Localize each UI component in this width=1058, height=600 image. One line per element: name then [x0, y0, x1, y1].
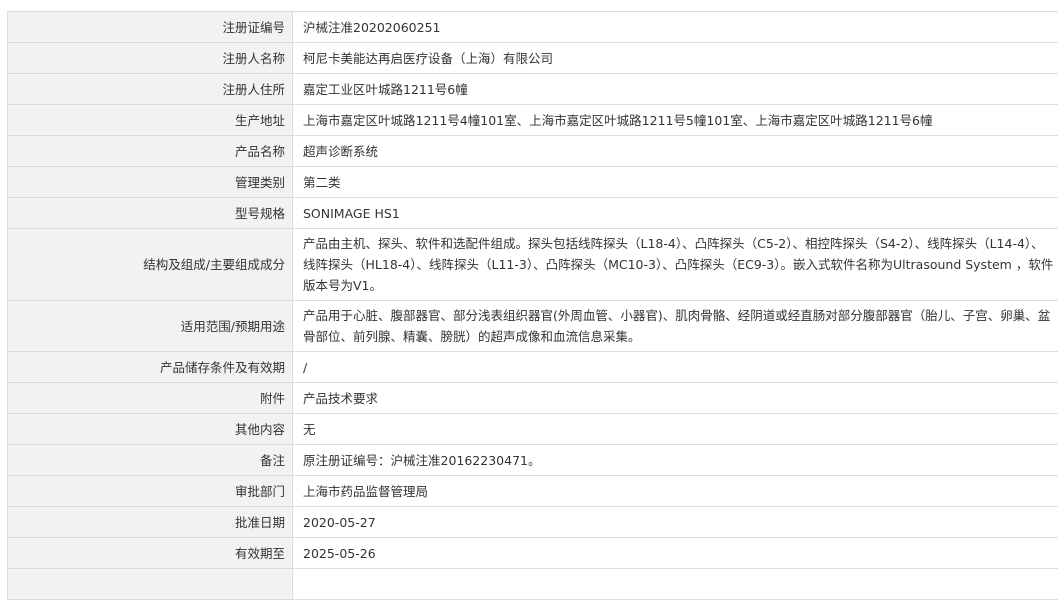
field-label: 产品名称	[8, 136, 293, 167]
table-row-model-spec: 型号规格 SONIMAGE HS1	[8, 198, 1058, 229]
table-row-registrant-address: 注册人住所 嘉定工业区叶城路1211号6幢	[8, 74, 1058, 105]
field-value: /	[293, 352, 1058, 383]
table-row-cutoff	[8, 569, 1058, 600]
table-row-remarks: 备注 原注册证编号：沪械注准20162230471。	[8, 445, 1058, 476]
field-value: 第二类	[293, 167, 1058, 198]
field-value: 沪械注准20202060251	[293, 12, 1058, 43]
table-row-management-category: 管理类别 第二类	[8, 167, 1058, 198]
field-label: 注册人住所	[8, 74, 293, 105]
field-value: 产品用于心脏、腹部器官、部分浅表组织器官(外周血管、小器官)、肌肉骨骼、经阴道或…	[293, 301, 1058, 352]
registration-detail: 注册证编号 沪械注准20202060251 注册人名称 柯尼卡美能达再启医疗设备…	[7, 11, 1058, 600]
field-label: 审批部门	[8, 476, 293, 507]
table-row-registration-number: 注册证编号 沪械注准20202060251	[8, 12, 1058, 43]
table-row-valid-until: 有效期至 2025-05-26	[8, 538, 1058, 569]
table-row-product-name: 产品名称 超声诊断系统	[8, 136, 1058, 167]
field-value: 柯尼卡美能达再启医疗设备（上海）有限公司	[293, 43, 1058, 74]
field-value: 2020-05-27	[293, 507, 1058, 538]
field-label: 批准日期	[8, 507, 293, 538]
field-value: 上海市药品监督管理局	[293, 476, 1058, 507]
table-row-approval-department: 审批部门 上海市药品监督管理局	[8, 476, 1058, 507]
table-row-storage-validity: 产品储存条件及有效期 /	[8, 352, 1058, 383]
field-label: 结构及组成/主要组成成分	[8, 229, 293, 301]
field-label: 备注	[8, 445, 293, 476]
field-label: 附件	[8, 383, 293, 414]
table-row-approval-date: 批准日期 2020-05-27	[8, 507, 1058, 538]
field-label: 管理类别	[8, 167, 293, 198]
field-label: 生产地址	[8, 105, 293, 136]
field-value	[293, 569, 1058, 600]
field-label: 产品储存条件及有效期	[8, 352, 293, 383]
registration-detail-table: 注册证编号 沪械注准20202060251 注册人名称 柯尼卡美能达再启医疗设备…	[7, 11, 1058, 600]
field-value: 2025-05-26	[293, 538, 1058, 569]
field-label: 适用范围/预期用途	[8, 301, 293, 352]
field-label: 型号规格	[8, 198, 293, 229]
field-label: 注册人名称	[8, 43, 293, 74]
field-value: 产品由主机、探头、软件和选配件组成。探头包括线阵探头（L18-4）、凸阵探头（C…	[293, 229, 1058, 301]
field-value: 原注册证编号：沪械注准20162230471。	[293, 445, 1058, 476]
field-value: 无	[293, 414, 1058, 445]
field-value: 产品技术要求	[293, 383, 1058, 414]
table-row-production-address: 生产地址 上海市嘉定区叶城路1211号4幢101室、上海市嘉定区叶城路1211号…	[8, 105, 1058, 136]
field-value: SONIMAGE HS1	[293, 198, 1058, 229]
field-value: 嘉定工业区叶城路1211号6幢	[293, 74, 1058, 105]
field-value: 超声诊断系统	[293, 136, 1058, 167]
table-row-attachment: 附件 产品技术要求	[8, 383, 1058, 414]
field-label: 注册证编号	[8, 12, 293, 43]
field-label: 有效期至	[8, 538, 293, 569]
table-row-registrant-name: 注册人名称 柯尼卡美能达再启医疗设备（上海）有限公司	[8, 43, 1058, 74]
table-row-other-content: 其他内容 无	[8, 414, 1058, 445]
field-label	[8, 569, 293, 600]
field-label: 其他内容	[8, 414, 293, 445]
table-row-structure-composition: 结构及组成/主要组成成分 产品由主机、探头、软件和选配件组成。探头包括线阵探头（…	[8, 229, 1058, 301]
table-row-intended-use: 适用范围/预期用途 产品用于心脏、腹部器官、部分浅表组织器官(外周血管、小器官)…	[8, 301, 1058, 352]
field-value: 上海市嘉定区叶城路1211号4幢101室、上海市嘉定区叶城路1211号5幢101…	[293, 105, 1058, 136]
